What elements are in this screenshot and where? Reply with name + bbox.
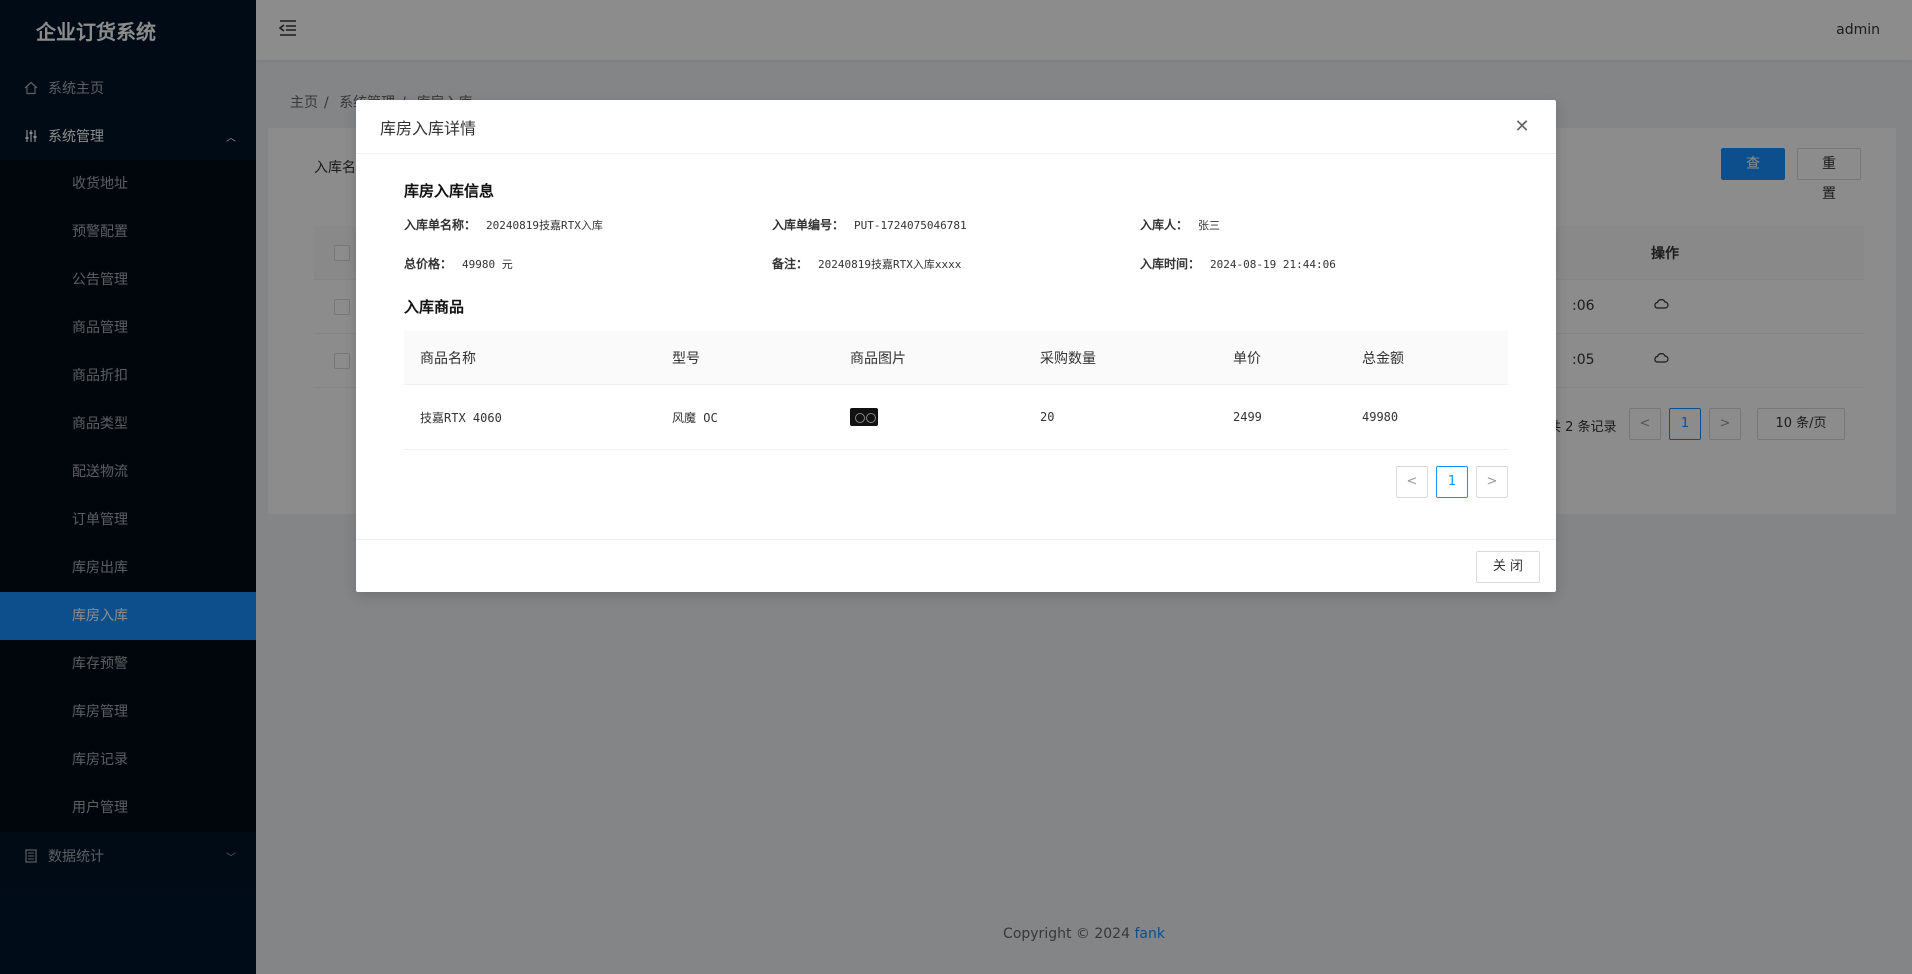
info-code: 入库单编号： PUT-1724075046781 <box>772 216 967 233</box>
modal-header: 库房入库详情 ✕ <box>356 100 1556 154</box>
info-person-value: 张三 <box>1198 219 1221 232</box>
close-button[interactable]: 关 闭 <box>1476 551 1540 583</box>
info-time-label: 入库时间： <box>1140 257 1201 271</box>
table-row: 技嘉RTX 4060 风魔 OC 20 2499 49980 <box>404 385 1508 450</box>
col-unit-price: 单价 <box>1233 350 1261 367</box>
info-remark-value: 20240819技嘉RTX入库xxxx <box>818 258 962 271</box>
info-section-title: 库房入库信息 <box>404 182 495 200</box>
info-person-label: 入库人： <box>1140 218 1189 232</box>
col-goods-name: 商品名称 <box>420 350 476 367</box>
modal-footer: 关 闭 <box>356 539 1556 592</box>
goods-table: 商品名称 型号 商品图片 采购数量 单价 总金额 技嘉RTX 4060 风魔 O… <box>404 331 1508 450</box>
goods-name: 技嘉RTX 4060 <box>420 410 502 425</box>
graphics-card-image <box>850 408 878 426</box>
info-code-value: PUT-1724075046781 <box>854 219 967 232</box>
goods-section-title: 入库商品 <box>404 298 465 316</box>
info-name-label: 入库单名称： <box>404 218 477 232</box>
info-time: 入库时间： 2024-08-19 21:44:06 <box>1140 255 1336 272</box>
goods-table-header: 商品名称 型号 商品图片 采购数量 单价 总金额 <box>404 331 1508 385</box>
col-model: 型号 <box>672 350 700 367</box>
inbound-detail-modal: 库房入库详情 ✕ 库房入库信息 入库单名称： 20240819技嘉RTX入库 入库… <box>356 100 1556 592</box>
info-person: 入库人： 张三 <box>1140 216 1220 233</box>
info-time-value: 2024-08-19 21:44:06 <box>1210 258 1336 271</box>
modal-title: 库房入库详情 <box>380 118 477 138</box>
info-remark-label: 备注： <box>772 257 809 271</box>
goods-total: 49980 <box>1362 410 1399 424</box>
modal-body: 库房入库信息 入库单名称： 20240819技嘉RTX入库 入库单编号： PUT-1… <box>356 154 1556 539</box>
goods-unit-price: 2499 <box>1233 410 1262 424</box>
info-price: 总价格： 49980 元 <box>404 255 513 272</box>
info-price-label: 总价格： <box>404 257 453 271</box>
goods-quantity: 20 <box>1040 410 1055 424</box>
close-icon[interactable]: ✕ <box>1512 116 1532 137</box>
col-total: 总金额 <box>1362 350 1404 367</box>
goods-image[interactable] <box>850 385 878 449</box>
col-quantity: 采购数量 <box>1040 350 1096 367</box>
info-price-value: 49980 元 <box>462 258 513 271</box>
info-remark: 备注： 20240819技嘉RTX入库xxxx <box>772 255 961 272</box>
col-image: 商品图片 <box>850 350 906 367</box>
prev-page-button[interactable]: < <box>1396 466 1428 498</box>
info-name-value: 20240819技嘉RTX入库 <box>486 219 603 232</box>
page-button[interactable]: 1 <box>1436 466 1468 498</box>
goods-model: 风魔 OC <box>672 410 718 425</box>
info-name: 入库单名称： 20240819技嘉RTX入库 <box>404 216 603 233</box>
info-code-label: 入库单编号： <box>772 218 845 232</box>
next-page-button[interactable]: > <box>1476 466 1508 498</box>
